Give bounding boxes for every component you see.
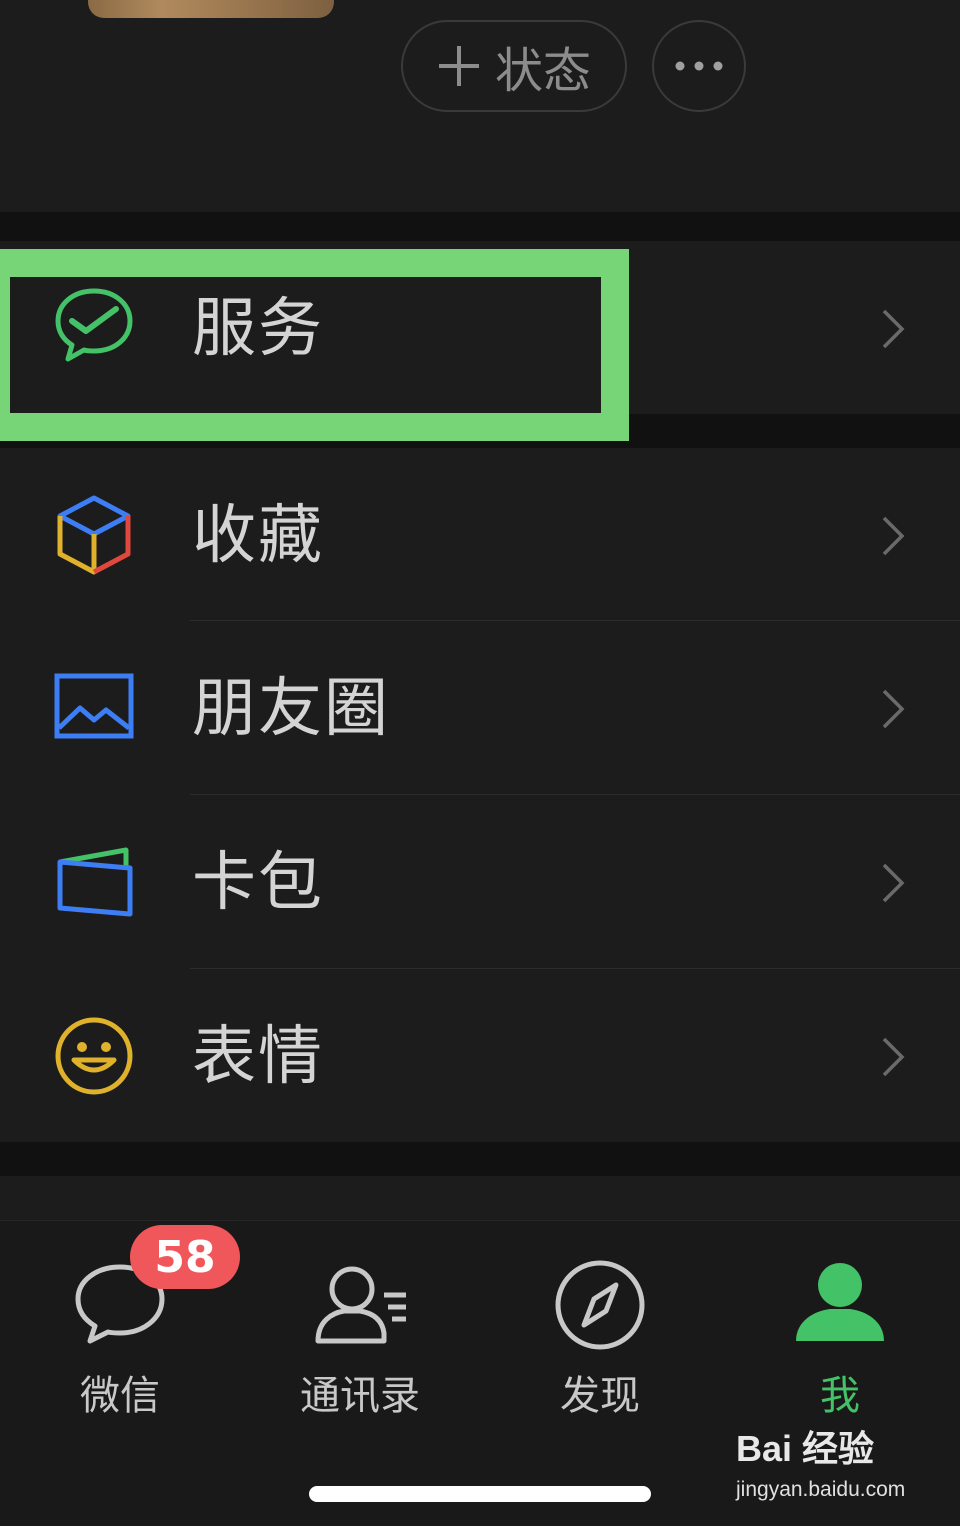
- smiley-icon: [55, 1017, 133, 1095]
- unread-badge: 58: [130, 1225, 240, 1289]
- moments-label: 朋友圈: [192, 672, 390, 746]
- more-button[interactable]: [652, 20, 746, 112]
- menu-item-settings[interactable]: [0, 1176, 960, 1220]
- tab-me[interactable]: 我: [720, 1221, 960, 1421]
- tab-contacts[interactable]: 通讯录: [240, 1221, 480, 1421]
- plus-icon: [438, 46, 479, 86]
- tab-discover[interactable]: 发现: [480, 1221, 720, 1421]
- chevron-right-icon: [882, 863, 905, 903]
- moments-icon: [54, 673, 134, 739]
- favorites-icon: [57, 495, 131, 575]
- menu-item-stickers[interactable]: 表情: [0, 969, 960, 1142]
- more-icon: [675, 61, 723, 71]
- chevron-right-icon: [882, 516, 905, 556]
- status-label: 状态: [494, 43, 591, 99]
- menu-item-favorites[interactable]: 收藏: [0, 448, 960, 621]
- chevron-right-icon: [882, 689, 905, 729]
- watermark-brand: Bai 经验: [736, 1428, 875, 1469]
- tab-me-label: 我: [820, 1373, 860, 1419]
- menu-group: 收藏 朋友圈 卡包 表情: [0, 448, 960, 1142]
- profile-header: 状态: [0, 0, 960, 212]
- watermark-url: jingyan.baidu.com: [736, 1478, 906, 1501]
- compass-icon: [555, 1260, 645, 1350]
- tab-chats[interactable]: 58 微信: [0, 1221, 240, 1421]
- tab-discover-label: 发现: [560, 1373, 640, 1419]
- menu-item-moments[interactable]: 朋友圈: [0, 621, 960, 795]
- annotation-highlight: [0, 249, 629, 441]
- chevron-right-icon: [882, 1037, 905, 1077]
- cards-label: 卡包: [192, 846, 324, 920]
- menu-item-cards[interactable]: 卡包: [0, 795, 960, 969]
- favorites-label: 收藏: [192, 499, 324, 573]
- wallet-icon: [57, 847, 133, 917]
- tab-chats-label: 微信: [80, 1373, 160, 1419]
- stickers-label: 表情: [192, 1020, 324, 1094]
- avatar[interactable]: [88, 0, 334, 18]
- chevron-right-icon: [882, 309, 905, 349]
- contacts-icon: [315, 1266, 406, 1344]
- tab-contacts-label: 通讯录: [300, 1373, 420, 1419]
- home-indicator: [309, 1486, 651, 1502]
- person-icon: [796, 1263, 884, 1341]
- add-status-button[interactable]: 状态: [401, 20, 627, 112]
